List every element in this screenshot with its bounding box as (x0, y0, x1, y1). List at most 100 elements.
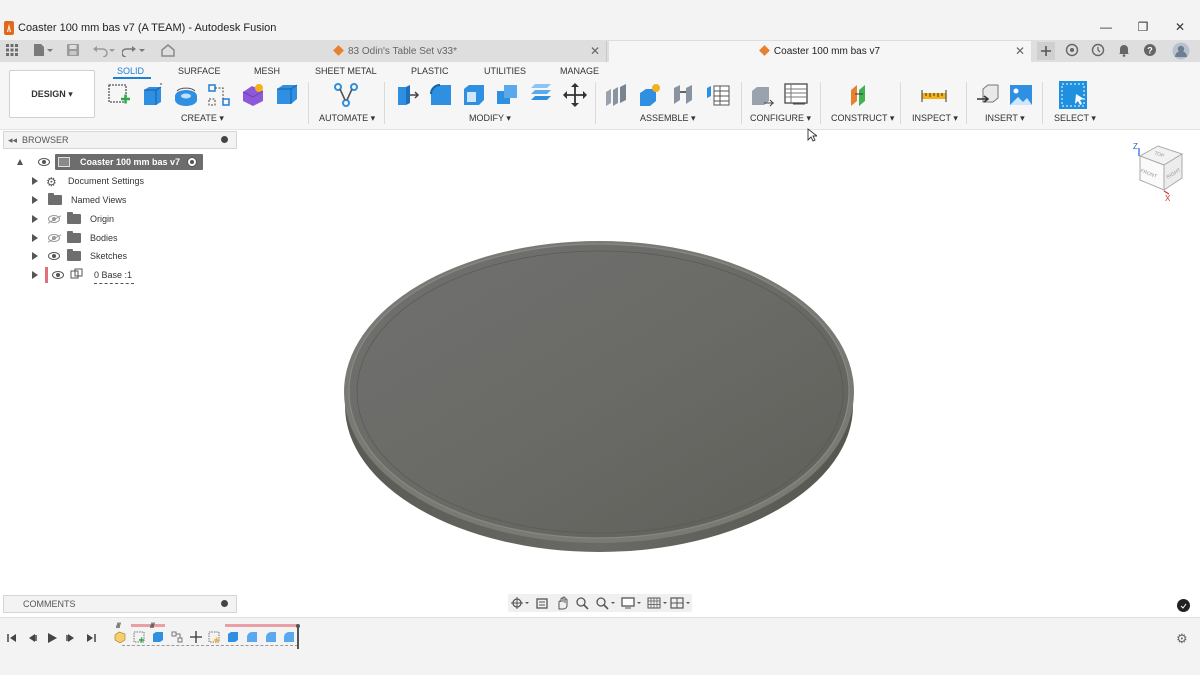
browser-item-bodies[interactable]: Bodies (30, 230, 230, 246)
revolve-icon[interactable] (173, 82, 199, 108)
configuration-grid-icon[interactable] (783, 82, 809, 108)
home-icon[interactable] (160, 43, 176, 59)
expand-triangle-icon[interactable] (32, 271, 38, 279)
timeline-extrude-icon[interactable] (152, 630, 164, 642)
comments-panel-header[interactable]: COMMENTS (3, 595, 237, 613)
coaster-3d-model[interactable] (343, 240, 856, 554)
expand-triangle-icon[interactable] (32, 196, 38, 204)
play-icon[interactable] (45, 631, 59, 645)
timeline-fillet-icon[interactable] (246, 630, 258, 642)
grid-settings-icon[interactable] (647, 596, 669, 610)
close-window-button[interactable]: ✕ (1168, 18, 1192, 36)
fillet-icon[interactable] (428, 82, 454, 108)
timeline-sweep-icon[interactable] (171, 630, 183, 643)
tab-mesh[interactable]: MESH (254, 66, 280, 76)
workspace-switcher-button[interactable]: DESIGN ▾ (9, 70, 95, 118)
new-tab-icon[interactable] (1037, 42, 1055, 60)
status-bubble-icon[interactable] (1177, 599, 1190, 612)
expand-triangle-icon[interactable] (32, 252, 38, 260)
sweep-icon[interactable] (206, 82, 232, 108)
measure-icon[interactable] (921, 82, 947, 108)
insert-derive-icon[interactable] (975, 82, 1001, 108)
step-forward-icon[interactable] (64, 631, 78, 645)
timeline-component-icon[interactable] (114, 630, 126, 644)
form-icon[interactable] (240, 82, 266, 108)
timeline-fillet-icon[interactable] (265, 630, 277, 642)
pan-hand-icon[interactable] (555, 596, 569, 610)
pin-panel-icon[interactable] (221, 136, 228, 143)
timeline-extrude-icon[interactable] (227, 630, 239, 642)
extrude-icon[interactable] (140, 82, 166, 108)
hidden-eye-icon[interactable] (48, 215, 60, 223)
offset-plane-icon[interactable] (848, 82, 874, 108)
tab-manage[interactable]: MANAGE (560, 66, 599, 76)
tab-close-icon[interactable]: ✕ (590, 41, 600, 62)
visibility-eye-icon[interactable] (52, 271, 64, 279)
create-sketch-icon[interactable] (106, 82, 132, 108)
orbit-snap-icon[interactable] (510, 596, 530, 610)
joint-icon[interactable] (637, 82, 663, 108)
hidden-eye-icon[interactable] (48, 234, 60, 242)
visibility-eye-icon[interactable] (48, 252, 60, 260)
tab-utilities[interactable]: UTILITIES (484, 66, 526, 76)
browser-item-sketches[interactable]: Sketches (30, 248, 230, 264)
viewcube[interactable]: Z X TOP FRONT RIGHT (1128, 138, 1188, 204)
bill-of-materials-icon[interactable] (705, 82, 731, 108)
tab-sheet-metal[interactable]: SHEET METAL (315, 66, 377, 76)
step-back-icon[interactable] (25, 631, 39, 645)
add-comment-icon[interactable] (221, 600, 228, 607)
configure-table-icon[interactable] (750, 82, 776, 108)
restore-button[interactable]: ❐ (1131, 18, 1155, 36)
viewports-icon[interactable] (670, 596, 692, 610)
display-settings-icon[interactable] (621, 596, 643, 610)
browser-item-named-views[interactable]: Named Views (30, 192, 230, 208)
modify-menu[interactable]: MODIFY ▾ (469, 113, 511, 124)
timeline-settings-gear-icon[interactable]: ⚙ (1176, 631, 1188, 647)
document-tab-coaster[interactable]: Coaster 100 mm bas v7 ✕ (609, 41, 1031, 62)
zoom-icon[interactable] (575, 596, 589, 610)
inspect-menu[interactable]: INSPECT ▾ (912, 113, 958, 124)
go-to-end-icon[interactable] (84, 631, 98, 645)
extensions-icon[interactable] (1064, 43, 1080, 59)
activate-radio-icon[interactable] (187, 157, 197, 167)
browser-root-row[interactable]: Coaster 100 mm bas v7 (14, 154, 224, 170)
combine-icon[interactable] (494, 82, 520, 108)
configure-menu[interactable]: CONFIGURE ▾ (750, 113, 811, 124)
timeline-marker-handle[interactable] (296, 623, 300, 649)
timeline-move-icon[interactable] (190, 630, 202, 643)
save-icon[interactable] (65, 43, 81, 59)
timeline-sketch-icon[interactable] (208, 630, 220, 643)
timeline-sketch-icon[interactable] (133, 630, 145, 643)
insert-canvas-icon[interactable] (1008, 82, 1034, 108)
tab-close-icon[interactable]: ✕ (1015, 41, 1025, 62)
expand-triangle-icon[interactable] (32, 177, 38, 185)
expand-triangle-icon[interactable] (32, 234, 38, 242)
help-icon[interactable]: ? (1142, 43, 1158, 59)
user-avatar-icon[interactable] (1172, 42, 1190, 60)
redo-icon[interactable] (121, 43, 146, 59)
shell-icon[interactable] (461, 82, 487, 108)
tab-solid[interactable]: SOLID (117, 66, 144, 76)
automate-icon[interactable] (333, 82, 359, 108)
box-icon[interactable] (274, 82, 300, 108)
notifications-bell-icon[interactable] (1116, 43, 1132, 59)
assemble-menu[interactable]: ASSEMBLE ▾ (640, 113, 696, 124)
visibility-eye-icon[interactable] (38, 158, 50, 166)
browser-item-document-settings[interactable]: ⚙ Document Settings (30, 173, 230, 189)
file-menu-icon[interactable] (32, 43, 54, 59)
construct-menu[interactable]: CONSTRUCT ▾ (831, 113, 894, 124)
job-status-icon[interactable] (1090, 43, 1106, 59)
browser-item-base-component[interactable]: 0 Base :1 (30, 267, 230, 284)
go-to-start-icon[interactable] (5, 631, 19, 645)
timeline-fillet-icon[interactable] (283, 630, 295, 642)
offset-face-icon[interactable] (528, 82, 554, 108)
minimize-button[interactable]: — (1094, 18, 1118, 36)
look-at-icon[interactable] (535, 596, 549, 610)
app-grid-icon[interactable] (4, 43, 20, 59)
document-tab-odins-table[interactable]: 83 Odin's Table Set v33* ✕ (185, 41, 607, 62)
create-menu[interactable]: CREATE ▾ (181, 113, 224, 124)
expand-triangle-icon[interactable] (32, 215, 38, 223)
fit-zoom-icon[interactable] (595, 596, 617, 610)
collapse-triangle-icon[interactable] (17, 159, 23, 165)
undo-icon[interactable] (92, 43, 116, 59)
